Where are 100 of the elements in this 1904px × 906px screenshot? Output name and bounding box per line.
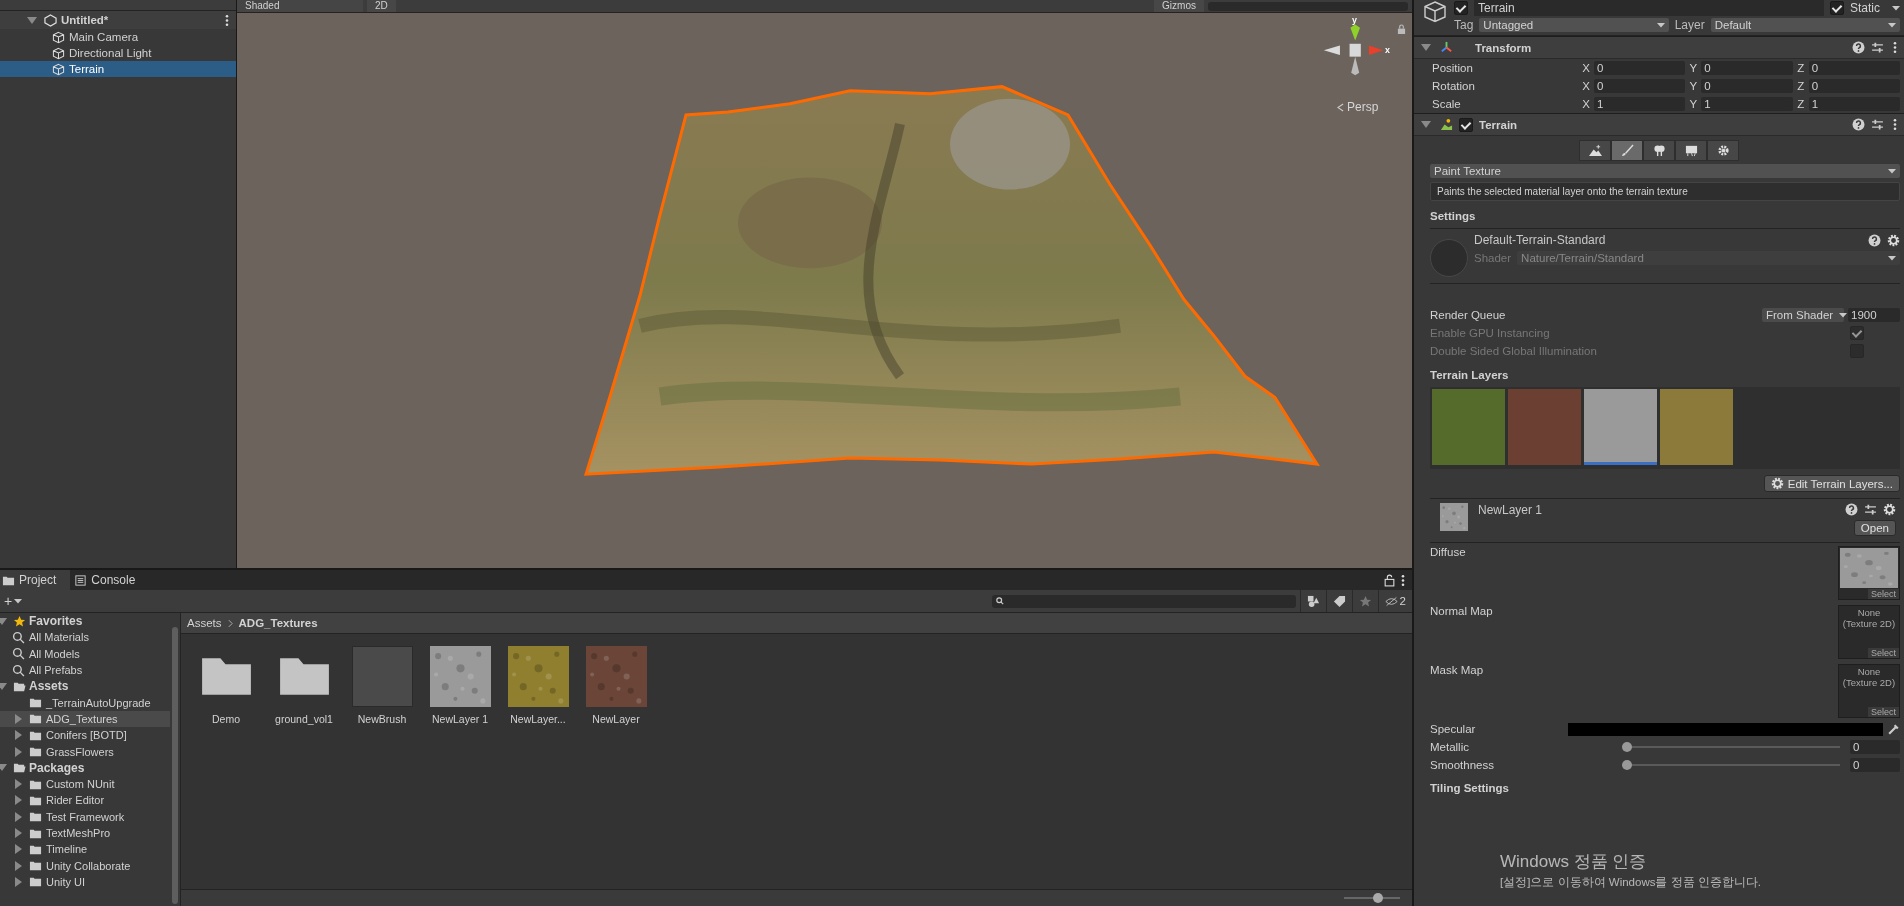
more-options-icon[interactable] [1893,41,1897,54]
static-checkbox[interactable] [1830,1,1844,15]
select-button[interactable]: Select [1868,707,1899,717]
slider-thumb[interactable] [1622,742,1632,752]
asset-name[interactable]: NewLayer 1 [432,713,488,725]
tool-mode-dropdown[interactable]: Paint Texture [1430,164,1900,178]
brush-thumbnail[interactable] [351,646,413,707]
component-title[interactable]: Transform [1475,41,1532,54]
expand-arrow-icon[interactable] [15,811,22,822]
hierarchy-item[interactable]: Terrain [0,61,236,77]
texture-slot[interactable]: None (Texture 2D) Select [1838,664,1900,718]
more-options-icon[interactable] [225,13,229,27]
panel-tab[interactable]: Project [0,570,71,590]
help-icon[interactable] [1845,503,1858,516]
tree-item[interactable]: All Materials [0,629,170,646]
asset-name[interactable]: NewBrush [357,713,407,725]
number-field[interactable]: 0 [1808,79,1900,93]
number-field[interactable]: 0 [1850,740,1900,754]
help-icon[interactable] [1852,41,1865,54]
expand-arrow-icon[interactable] [15,795,22,806]
slider-thumb[interactable] [1372,893,1383,903]
search-field[interactable] [991,594,1296,608]
hierarchy-item[interactable]: Main Camera [0,29,236,45]
render-queue-dropdown[interactable]: From Shader [1762,308,1844,322]
object-name-field[interactable]: Terrain [1474,0,1824,16]
gizmos-dropdown[interactable]: Gizmos [1154,0,1204,12]
gear-icon[interactable] [1770,477,1784,490]
layer-name[interactable]: NewLayer 1 [1478,503,1835,536]
expand-arrow-icon[interactable] [0,682,7,690]
tree-item[interactable]: Unity UI [0,873,170,891]
tree-group[interactable]: Assets [0,678,180,695]
projection-toggle[interactable]: Persp [1337,100,1379,114]
component-header[interactable]: Terrain [1414,113,1904,136]
tree-item[interactable]: _TerrainAutoUpgrade [0,694,170,711]
expand-arrow-icon[interactable] [15,746,22,757]
tree-item[interactable]: Conifers [BOTD] [0,727,170,744]
tree-item[interactable]: TextMeshPro [0,824,170,842]
open-button[interactable]: Open [1853,520,1896,536]
tree-group[interactable]: Favorites [0,613,180,630]
number-field[interactable]: 0 [1850,758,1900,772]
select-button[interactable]: Select [1868,589,1899,599]
color-field[interactable] [1568,722,1883,736]
help-icon[interactable] [1868,233,1881,247]
tree-item[interactable]: GrassFlowers [0,743,170,760]
layer-dropdown[interactable]: Default [1710,18,1900,32]
scene-name[interactable]: Untitled* [61,14,218,26]
expand-arrow-icon[interactable] [0,764,7,772]
select-button[interactable]: Select [1868,648,1899,658]
expand-arrow-icon[interactable] [15,730,22,741]
number-field[interactable]: 1 [1701,97,1793,111]
draw-mode-dropdown[interactable]: Shaded [237,0,363,12]
static-dropdown[interactable]: Static [1850,1,1880,15]
expand-arrow-icon[interactable] [15,876,22,887]
add-button[interactable]: + [0,593,13,609]
texture-slot[interactable]: None (Texture 2D) Select [1838,605,1900,659]
breadcrumb-link[interactable]: ADG_Textures [238,617,318,629]
terrain-layer-swatch[interactable] [1432,389,1505,465]
presets-icon[interactable] [1871,118,1884,131]
component-header[interactable]: Transform [1414,36,1904,59]
asset-name[interactable]: NewLayer [592,713,640,725]
number-field[interactable]: 0 [1701,61,1793,75]
expand-arrow-icon[interactable] [15,828,22,838]
tag-dropdown[interactable]: Untagged [1479,18,1669,32]
presets-icon[interactable] [1871,41,1884,54]
eyedropper-icon[interactable] [1887,722,1900,736]
scene-view[interactable]: Shaded 2D Gizmos y x Persp [237,0,1412,568]
terrain-tool-button[interactable] [1643,140,1675,161]
expand-arrow-icon[interactable] [0,617,7,625]
tree-item[interactable]: Custom NUnit [0,775,170,793]
terrain-layer-swatch[interactable] [1508,389,1581,465]
scrollbar[interactable] [172,627,178,904]
breadcrumb-link[interactable]: Assets [187,617,222,629]
panel-tab[interactable]: Console [72,570,150,590]
tree-item[interactable]: Test Framework [0,808,170,825]
tree-item[interactable]: Unity Collaborate [0,857,170,874]
edit-terrain-layers-button[interactable]: Edit Terrain Layers... [1763,475,1900,492]
hierarchy-item[interactable]: Directional Light [0,45,236,61]
tree-group[interactable]: Packages [0,759,180,776]
number-field[interactable]: 0 [1594,79,1686,93]
texture-thumbnail[interactable] [507,646,569,707]
asset-name[interactable]: ground_vol1 [275,713,333,725]
2d-toggle[interactable]: 2D [367,0,396,12]
material-name[interactable]: Default-Terrain-Standard [1474,233,1862,247]
slider-thumb[interactable] [1622,760,1632,770]
component-title[interactable]: Terrain [1479,118,1518,131]
gear-icon[interactable] [1887,233,1900,247]
terrain-tool-button[interactable] [1611,140,1643,161]
terrain-layer-swatch[interactable] [1660,389,1733,465]
number-field[interactable]: 0 [1594,61,1686,75]
tree-item[interactable]: Rider Editor [0,792,170,809]
tree-item[interactable]: All Prefabs [0,661,170,679]
axis-gizmo-drawing[interactable]: y x [1319,14,1393,80]
terrain-tool-button[interactable] [1579,140,1611,161]
expand-arrow-icon[interactable] [15,779,22,790]
number-field[interactable]: 1 [1808,97,1900,111]
help-icon[interactable] [1852,118,1865,131]
foldout-arrow-icon[interactable] [1421,121,1431,128]
expand-arrow-icon[interactable] [15,713,22,724]
texture-thumbnail[interactable] [585,646,647,707]
tree-item[interactable]: Timeline [0,841,170,858]
